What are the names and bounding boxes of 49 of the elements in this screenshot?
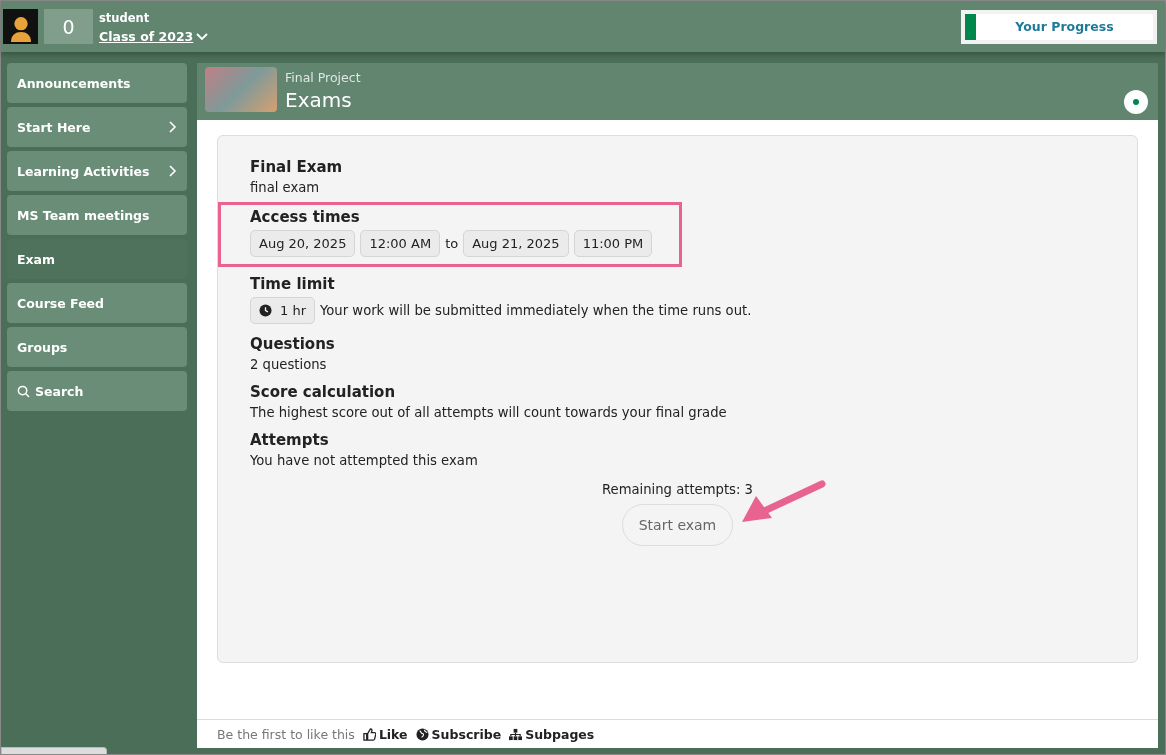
start-exam-button[interactable]: Start exam — [621, 504, 734, 546]
avatar-icon — [3, 9, 38, 44]
section-text: 2 questions — [250, 357, 328, 372]
like-text: Be the first to like this — [217, 726, 355, 742]
time-chip: 12:00 AM — [360, 230, 441, 257]
thumbs-up-icon — [362, 727, 376, 741]
date-chip: Aug 21, 2025 — [463, 230, 569, 257]
search-icon — [17, 384, 30, 398]
breadcrumb[interactable]: Final Project — [285, 70, 361, 85]
sidebar-item[interactable]: Groups — [7, 327, 187, 367]
subscribe-link[interactable]: Subscribe — [415, 726, 502, 742]
section-text: You have not attempted this exam — [250, 453, 479, 468]
separator-text: to — [445, 236, 459, 251]
progress-indicator — [965, 13, 976, 40]
section-heading: Final Exam — [250, 158, 344, 176]
date-chip: Aug 20, 2025 — [250, 230, 356, 257]
user-role: student — [99, 11, 151, 25]
section-heading: Score calculation — [250, 383, 397, 401]
progress-button[interactable]: Your Progress — [961, 9, 1157, 44]
score-badge: 0 — [44, 9, 93, 44]
sidebar-item[interactable]: MS Team meetings — [7, 195, 187, 235]
subpages-link[interactable]: Subpages — [509, 726, 595, 742]
globe-icon — [415, 727, 429, 741]
sidebar-item[interactable]: Course Feed — [7, 283, 187, 323]
photo-placeholder — [205, 67, 277, 112]
status-button[interactable] — [1124, 90, 1148, 114]
chevron-down-icon — [196, 32, 209, 41]
sidebar-item[interactable]: Learning Activities — [7, 151, 187, 191]
section-heading: Time limit — [250, 275, 336, 293]
clock-icon — [259, 304, 272, 317]
like-link[interactable]: Like — [362, 726, 408, 742]
chevron-right-icon — [169, 165, 177, 177]
section-text: Your work will be submitted immediately when the time runs out. — [320, 303, 752, 318]
sidebar-item[interactable]: Search — [7, 371, 187, 411]
section-heading: Access times — [250, 208, 361, 226]
sidebar-item[interactable]: Start Here — [7, 107, 187, 147]
section-text: final exam — [250, 180, 321, 195]
sidebar-item[interactable]: Exam — [7, 239, 187, 279]
section-heading: Attempts — [250, 431, 330, 449]
chevron-right-icon — [169, 121, 177, 133]
sidebar-item[interactable]: Announcements — [7, 63, 187, 103]
page-title: Exams — [285, 88, 353, 112]
hierarchy-icon — [509, 727, 523, 741]
remaining-attempts: Remaining attempts: 3 — [601, 482, 753, 497]
time-chip: 11:00 PM — [573, 230, 653, 257]
section-text: The highest score out of all attempts will count towards your final grade — [250, 405, 728, 420]
class-link[interactable]: Class of 2023 — [99, 29, 209, 44]
section-heading: Questions — [250, 335, 336, 353]
duration-chip: 1 hr — [250, 297, 315, 324]
